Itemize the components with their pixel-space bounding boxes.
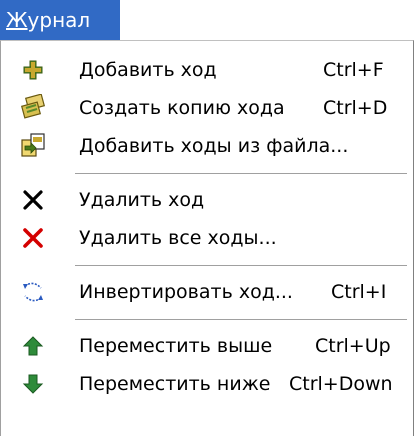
menu-item-delete-move[interactable]: Удалить ход (1, 181, 413, 219)
menu-item-shortcut: Ctrl+F (323, 59, 384, 81)
menu-bar: Журнал (0, 0, 418, 40)
menu-item-move-down[interactable]: Переместить ниже Ctrl+Down (1, 365, 413, 403)
menu-item-label: Удалить ход (79, 189, 205, 211)
menu-separator (75, 265, 407, 267)
plus-icon (19, 56, 47, 84)
arrow-down-icon (19, 370, 47, 398)
menu-separator (75, 173, 407, 175)
copy-pages-icon (19, 94, 47, 122)
menu-item-label: Удалить все ходы... (79, 227, 277, 249)
menu-item-delete-all-moves[interactable]: Удалить все ходы... (1, 219, 413, 257)
invert-arrows-icon (19, 278, 47, 306)
menu-item-import-moves[interactable]: Добавить ходы из файла... (1, 127, 413, 165)
menu-journal-accel: Ж (6, 8, 28, 32)
menu-journal-label: урнал (27, 8, 91, 32)
menu-item-label: Создать копию хода (79, 97, 285, 119)
menu-item-label: Инвертировать ход... (79, 281, 293, 303)
import-file-icon (19, 132, 47, 160)
menu-item-shortcut: Ctrl+Up (315, 335, 391, 357)
menu-item-invert-move[interactable]: Инвертировать ход... Ctrl+I (1, 273, 413, 311)
menu-item-shortcut: Ctrl+I (331, 281, 387, 303)
menu-item-shortcut: Ctrl+Down (289, 373, 393, 395)
menu-item-label: Переместить ниже (79, 373, 271, 395)
menu-item-label: Добавить ходы из файла... (79, 135, 349, 157)
menu-item-add-move[interactable]: Добавить ход Ctrl+F (1, 51, 413, 89)
menu-item-shortcut: Ctrl+D (323, 97, 388, 119)
menu-journal[interactable]: Журнал (0, 0, 120, 40)
delete-red-x-icon (19, 224, 47, 252)
menu-item-label: Переместить выше (79, 335, 273, 357)
menu-separator (75, 319, 407, 321)
journal-menu-screen: Журнал Добавить ход Ctrl+F Создать копию… (0, 0, 418, 436)
journal-dropdown: Добавить ход Ctrl+F Создать копию хода C… (0, 40, 414, 436)
arrow-up-icon (19, 332, 47, 360)
menu-item-move-up[interactable]: Переместить выше Ctrl+Up (1, 327, 413, 365)
menu-item-label: Добавить ход (79, 59, 217, 81)
delete-black-x-icon (19, 186, 47, 214)
menu-item-copy-move[interactable]: Создать копию хода Ctrl+D (1, 89, 413, 127)
